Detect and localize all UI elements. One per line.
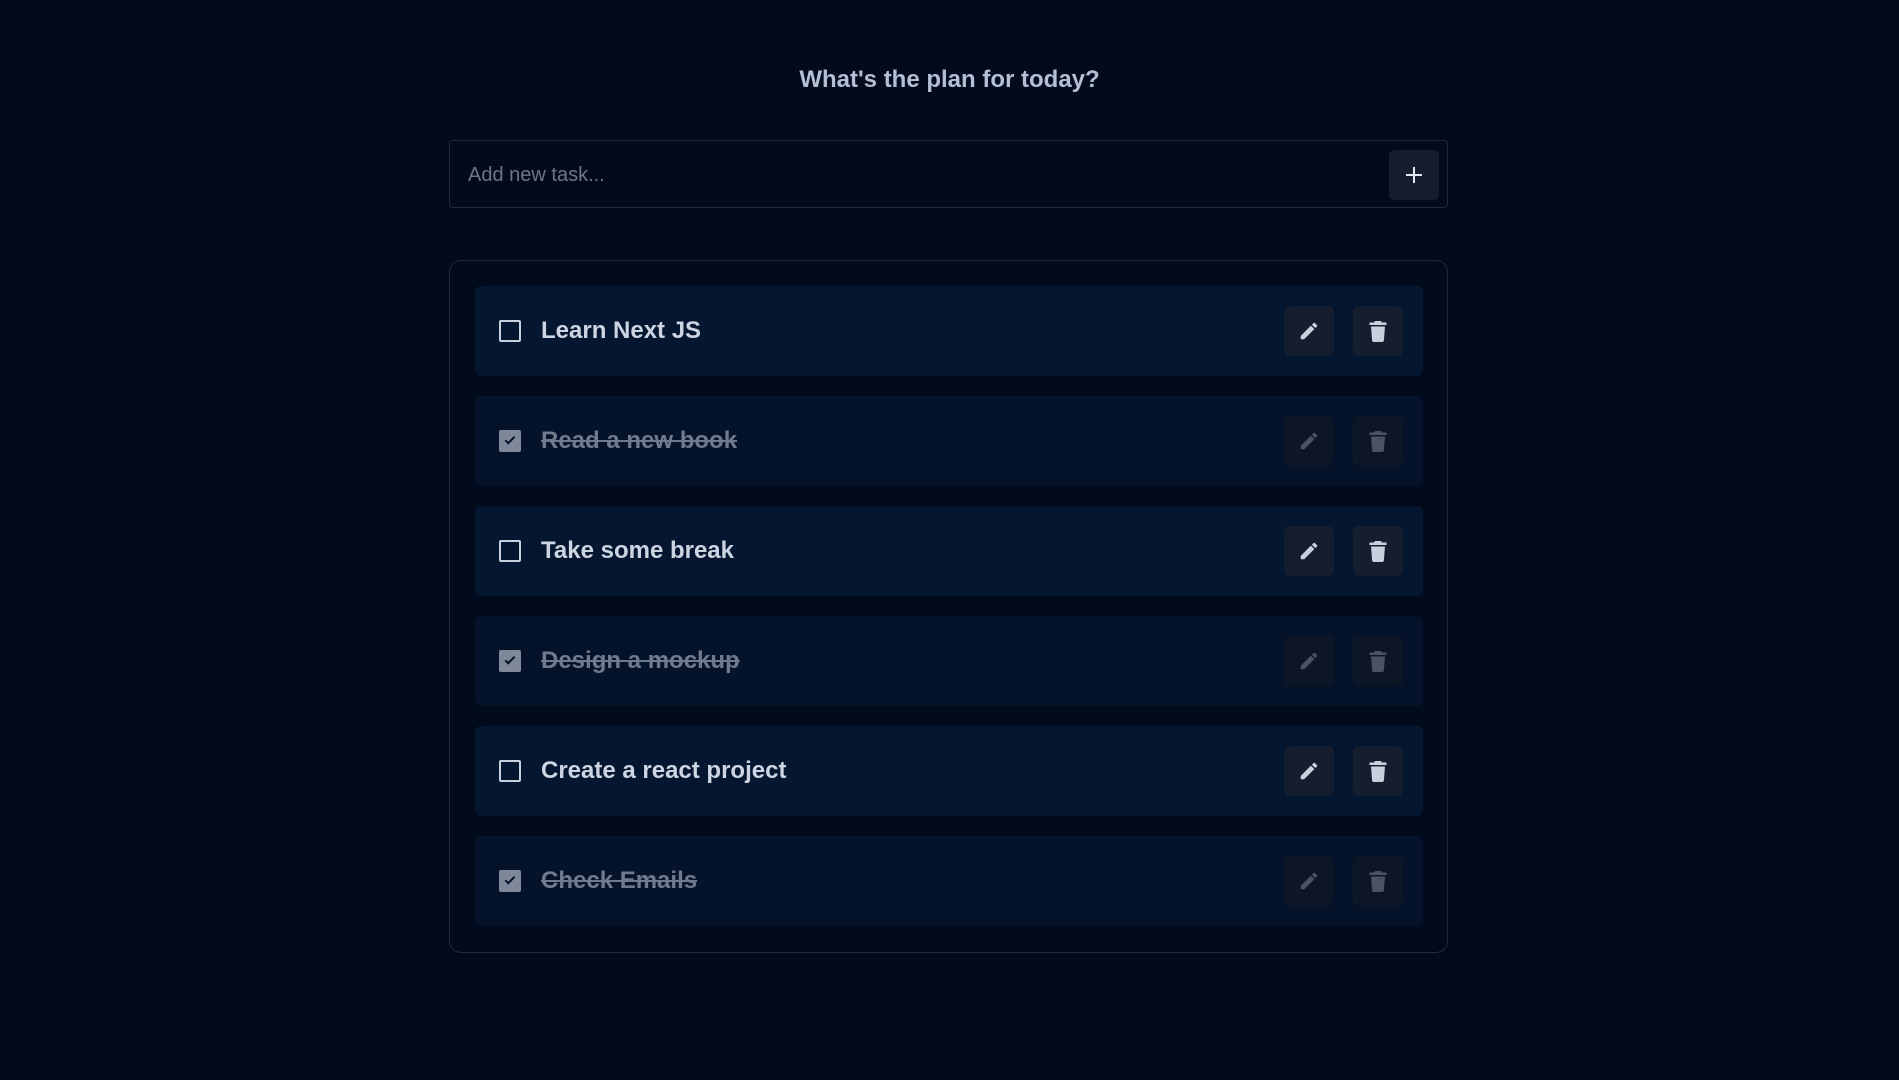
task-item: Take some break: [475, 506, 1423, 596]
task-title: Check Emails: [541, 867, 698, 894]
task-item: Create a react project: [475, 726, 1423, 816]
check-icon: [504, 876, 516, 885]
edit-task-button[interactable]: [1284, 636, 1334, 686]
delete-task-button[interactable]: [1353, 526, 1403, 576]
edit-task-button[interactable]: [1284, 856, 1334, 906]
delete-task-button[interactable]: [1353, 746, 1403, 796]
pencil-icon: [1300, 542, 1318, 560]
task-list-card: Learn Next JS Read a new book Take some …: [449, 260, 1448, 953]
task-title: Learn Next JS: [541, 317, 702, 344]
trash-icon: [1369, 431, 1387, 452]
task-item: Check Emails: [475, 836, 1423, 926]
plus-icon: [1406, 167, 1422, 183]
task-checkbox[interactable]: [499, 650, 521, 672]
edit-task-button[interactable]: [1284, 306, 1334, 356]
task-checkbox[interactable]: [499, 870, 521, 892]
task-item: Read a new book: [475, 396, 1423, 486]
new-task-input[interactable]: [466, 155, 1370, 195]
task-checkbox[interactable]: [499, 320, 521, 342]
delete-task-button[interactable]: [1353, 856, 1403, 906]
task-title: Take some break: [541, 537, 734, 564]
trash-icon: [1369, 761, 1387, 782]
pencil-icon: [1300, 872, 1318, 890]
edit-task-button[interactable]: [1284, 526, 1334, 576]
task-title: Design a mockup: [541, 647, 740, 674]
check-icon: [504, 656, 516, 665]
delete-task-button[interactable]: [1353, 306, 1403, 356]
todo-page: What's the plan for today? Learn Next JS: [0, 0, 1899, 1080]
task-checkbox[interactable]: [499, 760, 521, 782]
task-item: Design a mockup: [475, 616, 1423, 706]
task-list: Learn Next JS Read a new book Take some …: [475, 286, 1423, 946]
trash-icon: [1369, 321, 1387, 342]
task-checkbox[interactable]: [499, 540, 521, 562]
task-title: Create a react project: [541, 757, 787, 784]
trash-icon: [1369, 651, 1387, 672]
check-icon: [504, 436, 516, 445]
pencil-icon: [1300, 762, 1318, 780]
delete-task-button[interactable]: [1353, 416, 1403, 466]
add-task-form: [449, 140, 1448, 208]
pencil-icon: [1300, 652, 1318, 670]
edit-task-button[interactable]: [1284, 746, 1334, 796]
task-item: Learn Next JS: [475, 286, 1423, 376]
add-task-button[interactable]: [1389, 150, 1439, 200]
delete-task-button[interactable]: [1353, 636, 1403, 686]
page-title: What's the plan for today?: [799, 66, 1100, 93]
pencil-icon: [1300, 432, 1318, 450]
pencil-icon: [1300, 322, 1318, 340]
trash-icon: [1369, 871, 1387, 892]
task-title: Read a new book: [541, 427, 738, 454]
trash-icon: [1369, 541, 1387, 562]
edit-task-button[interactable]: [1284, 416, 1334, 466]
task-checkbox[interactable]: [499, 430, 521, 452]
